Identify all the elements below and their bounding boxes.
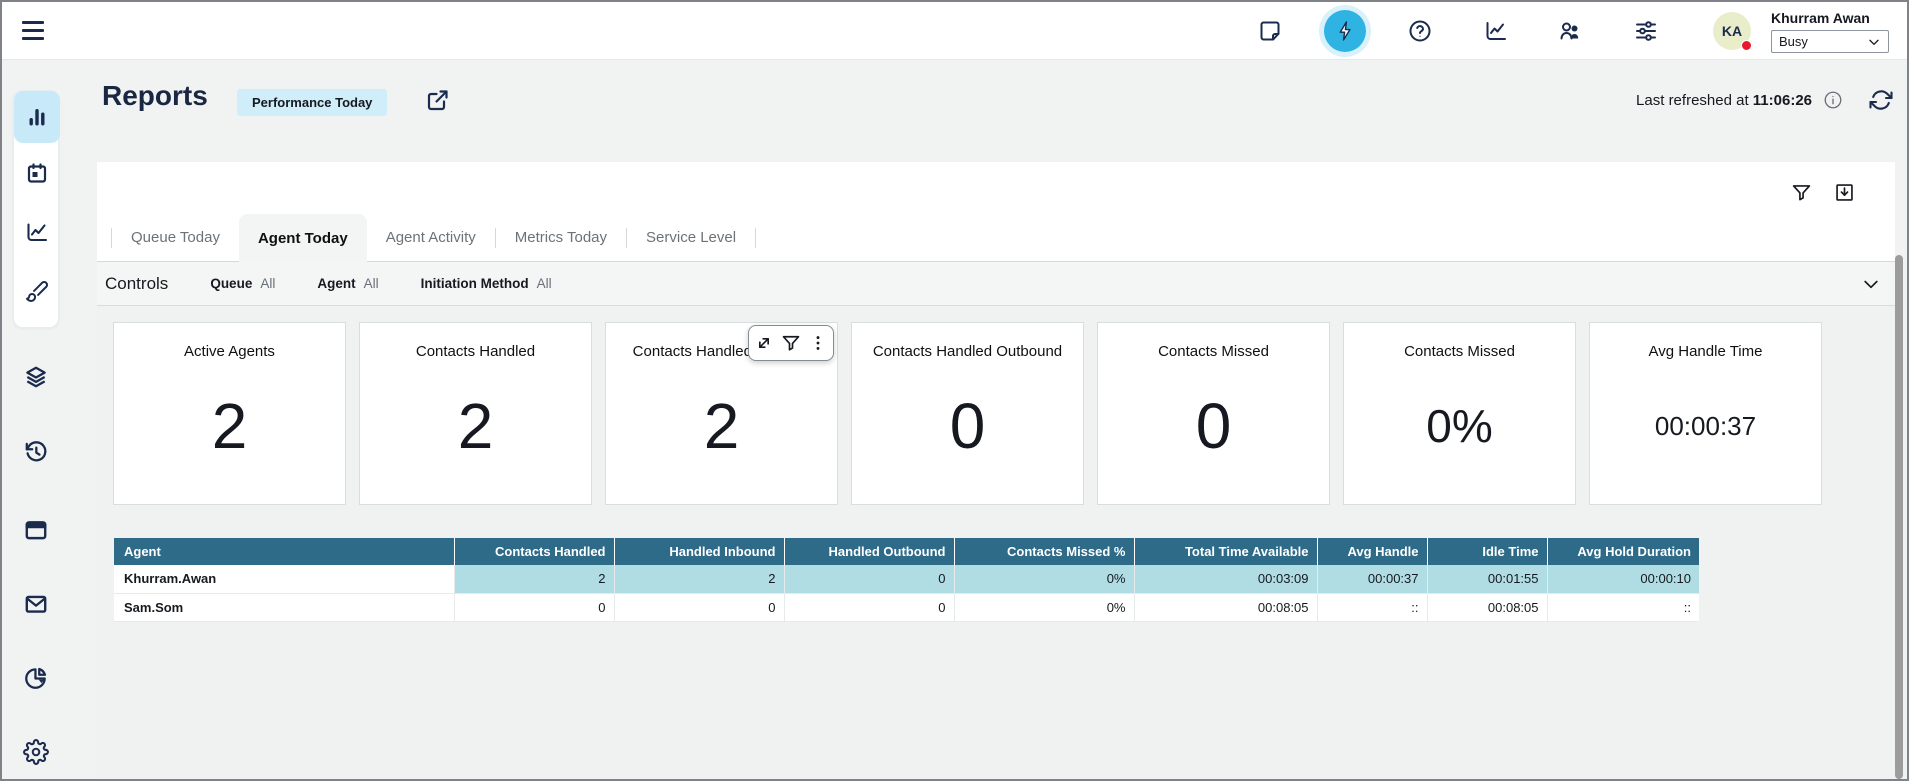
menu-icon[interactable] [22, 21, 44, 40]
tab-metrics-today[interactable]: Metrics Today [496, 214, 626, 261]
sidebar-item-window[interactable] [23, 517, 49, 543]
sidebar-item-pie-chart[interactable] [23, 665, 49, 691]
app-window: KA Khurram Awan Busy [0, 0, 1909, 781]
panel-toolbar [1791, 182, 1855, 203]
filter-icon[interactable] [1791, 182, 1812, 203]
tab-queue-today[interactable]: Queue Today [112, 214, 239, 261]
agent-name-cell: Khurram.Awan [114, 565, 454, 593]
column-header-handled-outbound[interactable]: Handled Outbound [784, 538, 954, 565]
column-header-handled-inbound[interactable]: Handled Inbound [614, 538, 784, 565]
lightning-icon[interactable] [1319, 5, 1371, 57]
column-header-agent[interactable]: Agent [114, 538, 454, 565]
help-icon[interactable] [1408, 19, 1432, 43]
tab-service-level[interactable]: Service Level [627, 214, 755, 261]
status-select-value: Busy [1779, 34, 1808, 49]
note-icon[interactable] [1258, 19, 1282, 43]
refresh-icon[interactable] [1869, 88, 1893, 112]
kpi-card-active-agents: Active Agents 2 [113, 322, 346, 505]
sidebar-report-group [13, 90, 59, 328]
page-title: Reports [102, 80, 208, 112]
refresh-area: Last refreshed at 11:06:26 [1636, 88, 1893, 112]
widget-hover-toolbar [748, 325, 834, 361]
sidebar-item-calendar[interactable] [14, 143, 60, 202]
layers-icon [23, 364, 49, 390]
users-icon[interactable] [1558, 19, 1582, 43]
download-icon[interactable] [1834, 182, 1855, 203]
controls-label: Controls [105, 274, 168, 294]
avatar[interactable]: KA [1713, 12, 1751, 50]
kpi-card-contacts-missed-pct: Contacts Missed 0% [1343, 322, 1576, 505]
sidebar-item-settings[interactable] [23, 739, 49, 765]
lightning-circle [1324, 10, 1366, 52]
sidebar-item-bar-chart[interactable] [14, 91, 60, 143]
left-sidebar [2, 60, 68, 779]
controls-bar: Controls QueueAll AgentAll Initiation Me… [97, 262, 1895, 306]
agents-table: Agent Contacts Handled Handled Inbound H… [114, 538, 1699, 622]
info-icon[interactable] [1823, 90, 1843, 110]
mail-icon [23, 591, 49, 617]
pie-chart-icon [23, 665, 49, 691]
kpi-card-contacts-handled: Contacts Handled 2 [359, 322, 592, 505]
sidebar-item-mail[interactable] [23, 591, 49, 617]
last-refreshed-text: Last refreshed at 11:06:26 [1636, 92, 1812, 109]
dashboard-canvas: Active Agents 2 Contacts Handled 2 Conta… [97, 306, 1895, 779]
kpi-cards-row: Active Agents 2 Contacts Handled 2 Conta… [113, 322, 1822, 505]
table-row[interactable]: Sam.Som 0 0 0 0% 00:08:05 :: 00:08:05 :: [114, 593, 1699, 621]
sidebar-item-customize[interactable] [14, 261, 60, 320]
bar-chart-icon [25, 105, 49, 129]
external-link-icon[interactable] [426, 88, 450, 112]
tab-strip: Queue Today Agent Today Agent Activity M… [97, 214, 1895, 262]
chevron-down-icon [1867, 35, 1881, 49]
kpi-card-contacts-handled-inbound: Contacts Handled Inbound 2 [605, 322, 838, 505]
column-header-total-time-available[interactable]: Total Time Available [1134, 538, 1317, 565]
window-icon [23, 517, 49, 543]
filter-queue[interactable]: QueueAll [210, 276, 275, 291]
kpi-card-contacts-handled-outbound: Contacts Handled Outbound 0 [851, 322, 1084, 505]
status-dot [1741, 40, 1752, 51]
sliders-icon[interactable] [1634, 19, 1658, 43]
sidebar-item-layers[interactable] [23, 364, 49, 390]
user-name: Khurram Awan [1771, 10, 1891, 26]
kpi-card-avg-handle-time: Avg Handle Time 00:00:37 [1589, 322, 1822, 505]
report-panel: Queue Today Agent Today Agent Activity M… [97, 162, 1895, 779]
metrics-icon[interactable] [1484, 19, 1508, 43]
tab-agent-today[interactable]: Agent Today [239, 214, 367, 263]
status-select[interactable]: Busy [1771, 30, 1889, 53]
sidebar-item-line-chart[interactable] [14, 202, 60, 261]
calendar-icon [25, 161, 49, 185]
gear-icon [23, 739, 49, 765]
column-header-contacts-missed-pct[interactable]: Contacts Missed % [954, 538, 1134, 565]
vertical-scrollbar[interactable] [1895, 255, 1903, 779]
table-row[interactable]: Khurram.Awan 2 2 0 0% 00:03:09 00:00:37 … [114, 565, 1699, 593]
history-icon [23, 439, 49, 465]
column-header-avg-handle[interactable]: Avg Handle [1317, 538, 1427, 565]
table-header-row: Agent Contacts Handled Handled Inbound H… [114, 538, 1699, 565]
last-refreshed-time: 11:06:26 [1753, 92, 1812, 109]
line-chart-icon [25, 220, 49, 244]
column-header-contacts-handled[interactable]: Contacts Handled [454, 538, 614, 565]
user-block: Khurram Awan Busy [1771, 10, 1891, 53]
kebab-icon[interactable] [808, 333, 828, 353]
filter-icon[interactable] [781, 333, 801, 353]
column-header-idle-time[interactable]: Idle Time [1427, 538, 1547, 565]
sidebar-item-history[interactable] [23, 439, 49, 465]
filter-initiation-method[interactable]: Initiation MethodAll [421, 276, 552, 291]
report-badge: Performance Today [237, 89, 387, 116]
tab-agent-activity[interactable]: Agent Activity [367, 214, 495, 261]
chevron-down-icon[interactable] [1861, 274, 1881, 294]
expand-icon[interactable] [754, 333, 774, 353]
brush-icon [25, 279, 49, 303]
kpi-card-contacts-missed: Contacts Missed 0 [1097, 322, 1330, 505]
top-navigation-bar: KA Khurram Awan Busy [2, 2, 1907, 60]
agent-name-cell: Sam.Som [114, 593, 454, 621]
avatar-initials: KA [1722, 23, 1742, 39]
filter-agent[interactable]: AgentAll [317, 276, 378, 291]
column-header-avg-hold-duration[interactable]: Avg Hold Duration [1547, 538, 1699, 565]
